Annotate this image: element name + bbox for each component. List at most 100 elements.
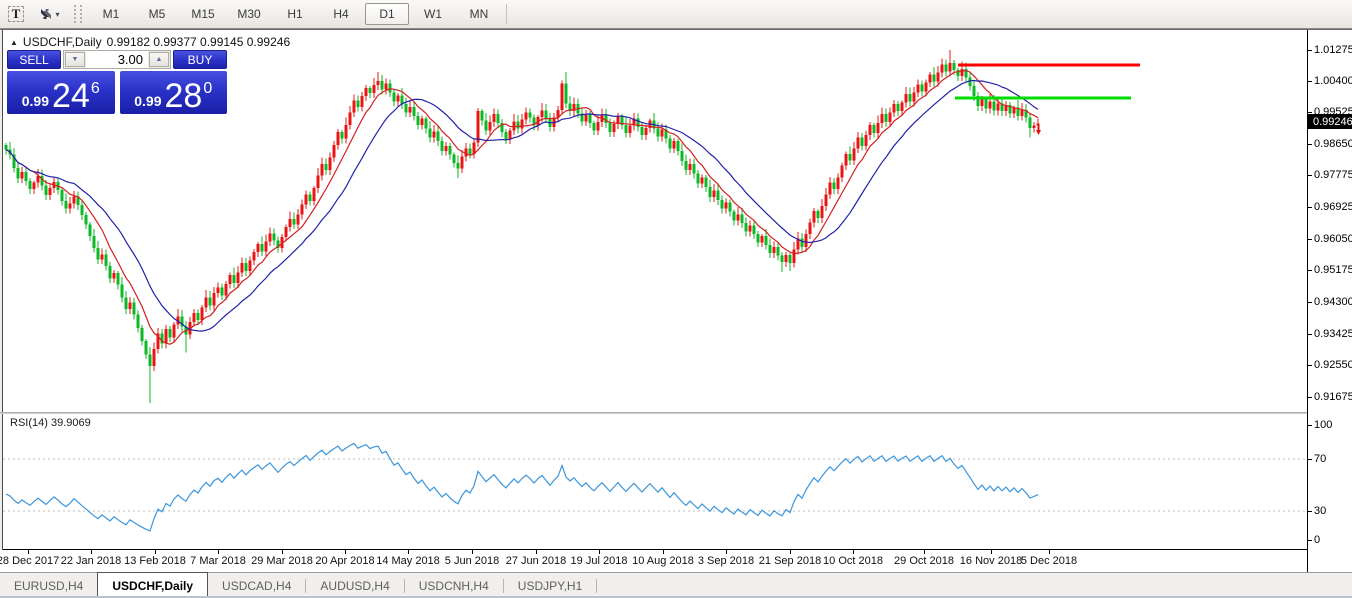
date-axis-tick (663, 550, 664, 554)
chart-tab-usdcnh[interactable]: USDCNH,H4 (405, 573, 503, 598)
rsi-axis-label: 30 (1314, 505, 1326, 517)
price-pane: ▲ USDCHF,Daily 0.99182 0.99377 0.99145 0… (3, 30, 1307, 412)
date-axis-tick (28, 550, 29, 554)
arrows-tool-button[interactable]: ▾ (32, 3, 66, 25)
date-axis[interactable]: 28 Dec 201722 Jan 201813 Feb 20187 Mar 2… (0, 550, 1307, 572)
arrows-tool-icon (38, 6, 54, 22)
timeframe-button-m30[interactable]: M30 (227, 3, 271, 25)
toolbar: T ▾ M1M5M15M30H1H4D1W1MN (0, 0, 1352, 29)
price-axis-label: 0.91675 (1314, 391, 1352, 403)
date-axis-tick (790, 550, 791, 554)
date-axis-label: 13 Feb 2018 (124, 555, 186, 567)
price-axis-tick (1308, 239, 1312, 240)
date-axis-tick (218, 550, 219, 554)
price-axis-tick (1308, 50, 1312, 51)
buy-button[interactable]: BUY (173, 50, 227, 69)
timeframe-button-m1[interactable]: M1 (89, 3, 133, 25)
timeframe-button-h1[interactable]: H1 (273, 3, 317, 25)
price-axis-tick (1308, 207, 1312, 208)
text-tool-icon: T (8, 6, 25, 22)
rsi-axis-tick (1308, 459, 1312, 460)
text-tool-button[interactable]: T (4, 3, 28, 25)
date-axis-label: 29 Mar 2018 (251, 555, 313, 567)
buy-price-sup: 0 (203, 81, 212, 97)
chart-tab-usdjpy[interactable]: USDJPY,H1 (504, 573, 596, 598)
volume-increase-button[interactable]: ▲ (149, 52, 169, 67)
date-axis-tick (155, 550, 156, 554)
price-axis-tick (1308, 270, 1312, 271)
buy-quote-box[interactable]: 0.99 28 0 (120, 71, 228, 114)
date-axis-label: 10 Oct 2018 (823, 555, 883, 567)
date-axis-tick (345, 550, 346, 554)
current-price-badge: 0.99246 (1308, 114, 1352, 129)
rsi-axis-tick (1308, 511, 1312, 512)
date-axis-label: 28 Dec 2017 (0, 555, 59, 567)
tabbar-padding (597, 573, 1352, 598)
date-axis-tick (1049, 550, 1050, 554)
price-axis-label: 0.96925 (1314, 201, 1352, 213)
collapse-triangle-icon[interactable]: ▲ (10, 38, 18, 47)
date-axis-label: 10 Aug 2018 (632, 555, 694, 567)
toolbar-grip[interactable] (74, 5, 82, 23)
price-axis-label: 1.00400 (1314, 75, 1352, 87)
price-axis-label: 0.98650 (1314, 138, 1352, 150)
rsi-axis-label: 100 (1314, 419, 1332, 431)
rsi-chart-canvas[interactable] (3, 414, 1307, 549)
date-axis-label: 3 Sep 2018 (698, 555, 754, 567)
timeframe-button-group: M1M5M15M30H1H4D1W1MN (88, 3, 502, 25)
timeframe-button-d1[interactable]: D1 (365, 3, 409, 25)
price-axis-label: 0.97775 (1314, 169, 1352, 181)
rsi-axis-tick (1308, 540, 1312, 541)
sell-quote-box[interactable]: 0.99 24 6 (7, 71, 115, 114)
chart-tab-eurusd[interactable]: EURUSD,H4 (0, 573, 97, 598)
volume-spinner: ▼ ▲ (63, 50, 171, 69)
price-axis-tick (1308, 397, 1312, 398)
price-axis-label: 0.95175 (1314, 264, 1352, 276)
price-axis-tick (1308, 302, 1312, 303)
chart-tab-usdcad[interactable]: USDCAD,H4 (208, 573, 305, 598)
sell-button[interactable]: SELL (7, 50, 61, 69)
timeframe-button-m5[interactable]: M5 (135, 3, 179, 25)
date-axis-tick (472, 550, 473, 554)
rsi-axis-label: 70 (1314, 453, 1326, 465)
date-axis-tick (924, 550, 925, 554)
date-axis-tick (282, 550, 283, 554)
timeframe-button-m15[interactable]: M15 (181, 3, 225, 25)
buy-price-prefix: 0.99 (134, 91, 161, 111)
price-axis[interactable]: 1.012751.004000.995250.986500.977750.969… (1307, 30, 1352, 572)
sell-price-big: 24 (52, 81, 90, 111)
timeframe-button-mn[interactable]: MN (457, 3, 501, 25)
price-axis-label: 1.01275 (1314, 44, 1352, 56)
price-axis-label: 0.94300 (1314, 296, 1352, 308)
date-axis-label: 29 Oct 2018 (894, 555, 954, 567)
rsi-indicator-label: RSI(14) 39.9069 (10, 417, 91, 429)
date-axis-label: 5 Dec 2018 (1021, 555, 1077, 567)
rsi-pane: RSI(14) 39.9069 (3, 414, 1307, 550)
chart-tab-usdchf[interactable]: USDCHF,Daily (97, 572, 208, 598)
price-axis-tick (1308, 175, 1312, 176)
chart-tab-bar: EURUSD,H4USDCHF,DailyUSDCAD,H4AUDUSD,H4U… (0, 572, 1352, 598)
date-axis-tick (91, 550, 92, 554)
date-axis-tick (536, 550, 537, 554)
date-axis-label: 20 Apr 2018 (315, 555, 374, 567)
volume-decrease-button[interactable]: ▼ (65, 52, 85, 67)
chart-ohlc-values: 0.99182 0.99377 0.99145 0.99246 (107, 35, 291, 49)
volume-input[interactable] (86, 51, 148, 68)
date-axis-label: 27 Jun 2018 (506, 555, 567, 567)
date-axis-label: 22 Jan 2018 (61, 555, 122, 567)
date-axis-tick (991, 550, 992, 554)
timeframe-button-w1[interactable]: W1 (411, 3, 455, 25)
chart-tab-audusd[interactable]: AUDUSD,H4 (306, 573, 403, 598)
sell-price-prefix: 0.99 (22, 91, 49, 111)
price-axis-tick (1308, 334, 1312, 335)
date-axis-tick (726, 550, 727, 554)
price-axis-label: 0.93425 (1314, 328, 1352, 340)
sell-price-sup: 6 (91, 81, 100, 97)
toolbar-separator (506, 4, 507, 24)
timeframe-button-h4[interactable]: H4 (319, 3, 363, 25)
date-axis-tick (408, 550, 409, 554)
date-axis-tick (853, 550, 854, 554)
price-axis-label: 0.96050 (1314, 233, 1352, 245)
price-axis-tick (1308, 365, 1312, 366)
price-axis-label: 0.92550 (1314, 359, 1352, 371)
